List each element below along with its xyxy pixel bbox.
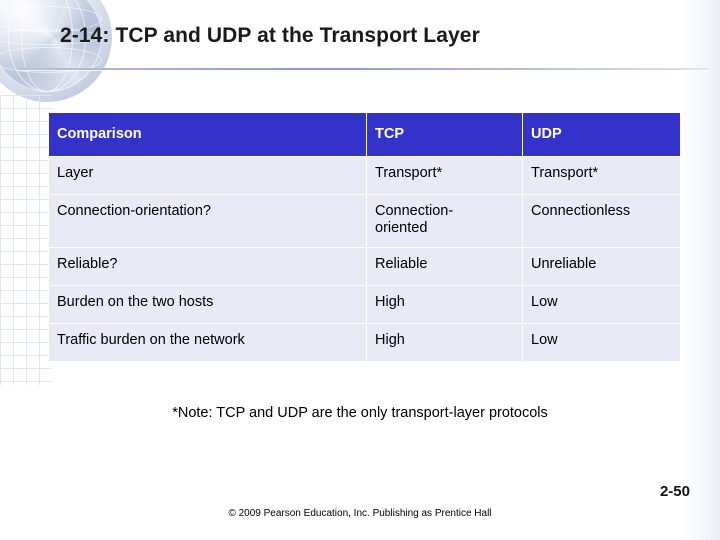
table-cell-label: Connection-orientation? <box>48 194 367 248</box>
table-row: Reliable? Reliable Unreliable <box>48 246 681 286</box>
table-cell-label: Reliable? <box>48 246 367 286</box>
table-cell-udp: Low <box>522 284 681 324</box>
table-cell-tcp: High <box>366 322 523 362</box>
table-cell-udp: Low <box>522 322 681 362</box>
table-row: Traffic burden on the network High Low <box>48 322 681 362</box>
page-title: 2-14: TCP and UDP at the Transport Layer <box>60 24 480 47</box>
table-cell-label: Layer <box>48 156 367 195</box>
table-header-tcp: TCP <box>366 112 523 157</box>
table-cell-udp: Unreliable <box>522 246 681 286</box>
globe-graphic <box>0 0 112 102</box>
table-cell-label: Traffic burden on the network <box>48 322 367 362</box>
table-header-row: Comparison TCP UDP <box>48 112 681 157</box>
footnote-text: *Note: TCP and UDP are the only transpor… <box>172 405 548 421</box>
table-cell-tcp: Transport* <box>366 156 523 195</box>
comparison-table: Comparison TCP UDP Layer Transport* Tran… <box>48 112 681 362</box>
copyright-text: © 2009 Pearson Education, Inc. Publishin… <box>228 508 492 519</box>
table-row: Layer Transport* Transport* <box>48 156 681 195</box>
decorative-edge-shading <box>680 0 720 540</box>
title-divider <box>18 68 708 71</box>
table-header-comparison: Comparison <box>48 112 367 157</box>
table-cell-label: Burden on the two hosts <box>48 284 367 324</box>
table-cell-tcp: Connection- oriented <box>366 194 523 248</box>
table-cell-tcp: Reliable <box>366 246 523 286</box>
table-row: Connection-orientation? Connection- orie… <box>48 194 681 248</box>
table-cell-udp: Connectionless <box>522 194 681 248</box>
table-row: Burden on the two hosts High Low <box>48 284 681 324</box>
slide-number: 2-50 <box>659 483 690 500</box>
comparison-table-wrapper: Comparison TCP UDP Layer Transport* Tran… <box>48 112 681 362</box>
table-cell-tcp: High <box>366 284 523 324</box>
table-cell-udp: Transport* <box>522 156 681 195</box>
decorative-grid-pattern <box>0 95 52 385</box>
table-header-udp: UDP <box>522 112 681 157</box>
